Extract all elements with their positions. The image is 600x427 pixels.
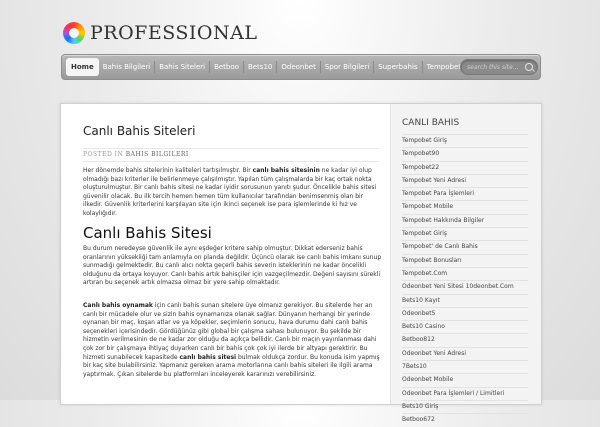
search-icon[interactable]	[525, 63, 533, 71]
sidebar-link[interactable]: Tempobet Para İşlemleri	[402, 187, 528, 200]
content-panel: Canlı Bahis Siteleri POSTED IN BAHIS BIL…	[60, 103, 542, 423]
sidebar-link[interactable]: Tempobet Bonusları	[402, 253, 528, 267]
post-meta: POSTED IN BAHIS BILGILERI	[83, 148, 379, 162]
sidebar-link[interactable]: Tempobet.Com	[402, 266, 528, 280]
nav-item-home[interactable]: Home	[66, 58, 99, 76]
sidebar-link[interactable]: Betboo672	[402, 413, 528, 426]
p3-bold-2[interactable]: canlı bahis sitesi	[179, 354, 236, 361]
sidebar: CANLI BAHIS Tempobet Giriş Tempobet90 Temp…	[390, 104, 541, 423]
post-paragraph-2: Bu durum neredeyse güvenlik ile aynı eşd…	[83, 245, 382, 287]
sidebar-link[interactable]: Tempobet Hakkında Bilgiler	[402, 213, 528, 227]
sidebar-link[interactable]: Bets10 Giriş	[402, 399, 528, 413]
post-title[interactable]: Canlı Bahis Siteleri	[83, 124, 195, 138]
search-box	[460, 59, 538, 75]
nav-item-bahis-siteleri[interactable]: Bahis Siteleri	[155, 58, 209, 76]
sidebar-link[interactable]: Tempobet Giriş	[402, 134, 528, 147]
search-input[interactable]	[467, 60, 523, 74]
nav-item-bahis-bilgileri[interactable]: Bahis Bilgileri	[99, 58, 155, 76]
meta-prefix: POSTED IN	[83, 151, 124, 158]
sidebar-link[interactable]: Odeonbet Para İşlemleri / Limitleri	[402, 386, 528, 400]
nav-item-spor-bilgileri[interactable]: Spor Bilgileri	[321, 58, 373, 76]
intro-text-2: ne kadar iyi olup olmadığı bazı kriterle…	[83, 167, 377, 217]
nav-item-bets10[interactable]: Bets10	[244, 58, 276, 76]
nav-items: Home Bahis Bilgileri Bahis Siteleri Betboo B…	[66, 58, 465, 76]
sidebar-link[interactable]: Tempobet Mobile	[402, 200, 528, 213]
p3-bold[interactable]: Canlı bahis oynamak	[83, 302, 153, 309]
sidebar-link[interactable]: Betboo812	[402, 333, 528, 346]
sidebar-link[interactable]: Odeonbet Yeni Sitesi 10deonbet.Com	[402, 280, 528, 293]
sidebar-link[interactable]: Bets10 Casino	[402, 320, 528, 333]
nav-item-tempobet[interactable]: Tempobet	[423, 58, 465, 76]
nav-item-odeonbet[interactable]: Odeonbet	[277, 58, 319, 76]
site-title[interactable]: PROFESSIONAL	[90, 22, 257, 44]
intro-bold-link[interactable]: canlı bahis sitesinin	[253, 167, 320, 174]
p3-text: için canlı bahis sunan sitelere üye olma…	[83, 302, 377, 361]
nav-item-superbahis[interactable]: Superbahis	[374, 58, 421, 76]
sidebar-link[interactable]: Bets10 Kayıt	[402, 293, 528, 307]
sidebar-list: Tempobet Giriş Tempobet90 Tempobet22 Tempob…	[402, 134, 528, 427]
site-header: PROFESSIONAL	[63, 18, 257, 48]
sidebar-link[interactable]: Tempobet90	[402, 147, 528, 160]
sidebar-link[interactable]: Tempobet Yeni Adresi	[402, 173, 528, 187]
sidebar-link[interactable]: Tempobet Giriş	[402, 227, 528, 240]
sidebar-link[interactable]: Odeonbet5	[402, 306, 528, 320]
sidebar-link[interactable]: 7Bets10	[402, 360, 528, 373]
post-paragraph-3: Canlı bahis oynamak için canlı bahis sun…	[83, 302, 383, 379]
post-intro: Her dönemde bahis sitelerinin kaliteleri…	[83, 167, 383, 219]
post-category-link[interactable]: BAHIS BILGILERI	[126, 151, 189, 158]
nav-item-betboo[interactable]: Betboo	[210, 58, 243, 76]
sidebar-link[interactable]: Odeonbet Mobile	[402, 373, 528, 386]
logo-ring-icon[interactable]	[63, 22, 85, 44]
sidebar-title: CANLI BAHIS	[402, 118, 460, 128]
post-subheading: Canlı Bahis Sitesi	[83, 224, 212, 242]
sidebar-link[interactable]: Odeonbet Yeni Adresi	[402, 346, 528, 360]
sidebar-link[interactable]: Tempobet' de Canlı Bahis	[402, 240, 528, 253]
intro-text: Her dönemde bahis sitelerinin kaliteleri…	[83, 167, 253, 174]
sidebar-link[interactable]: Tempobet22	[402, 160, 528, 174]
